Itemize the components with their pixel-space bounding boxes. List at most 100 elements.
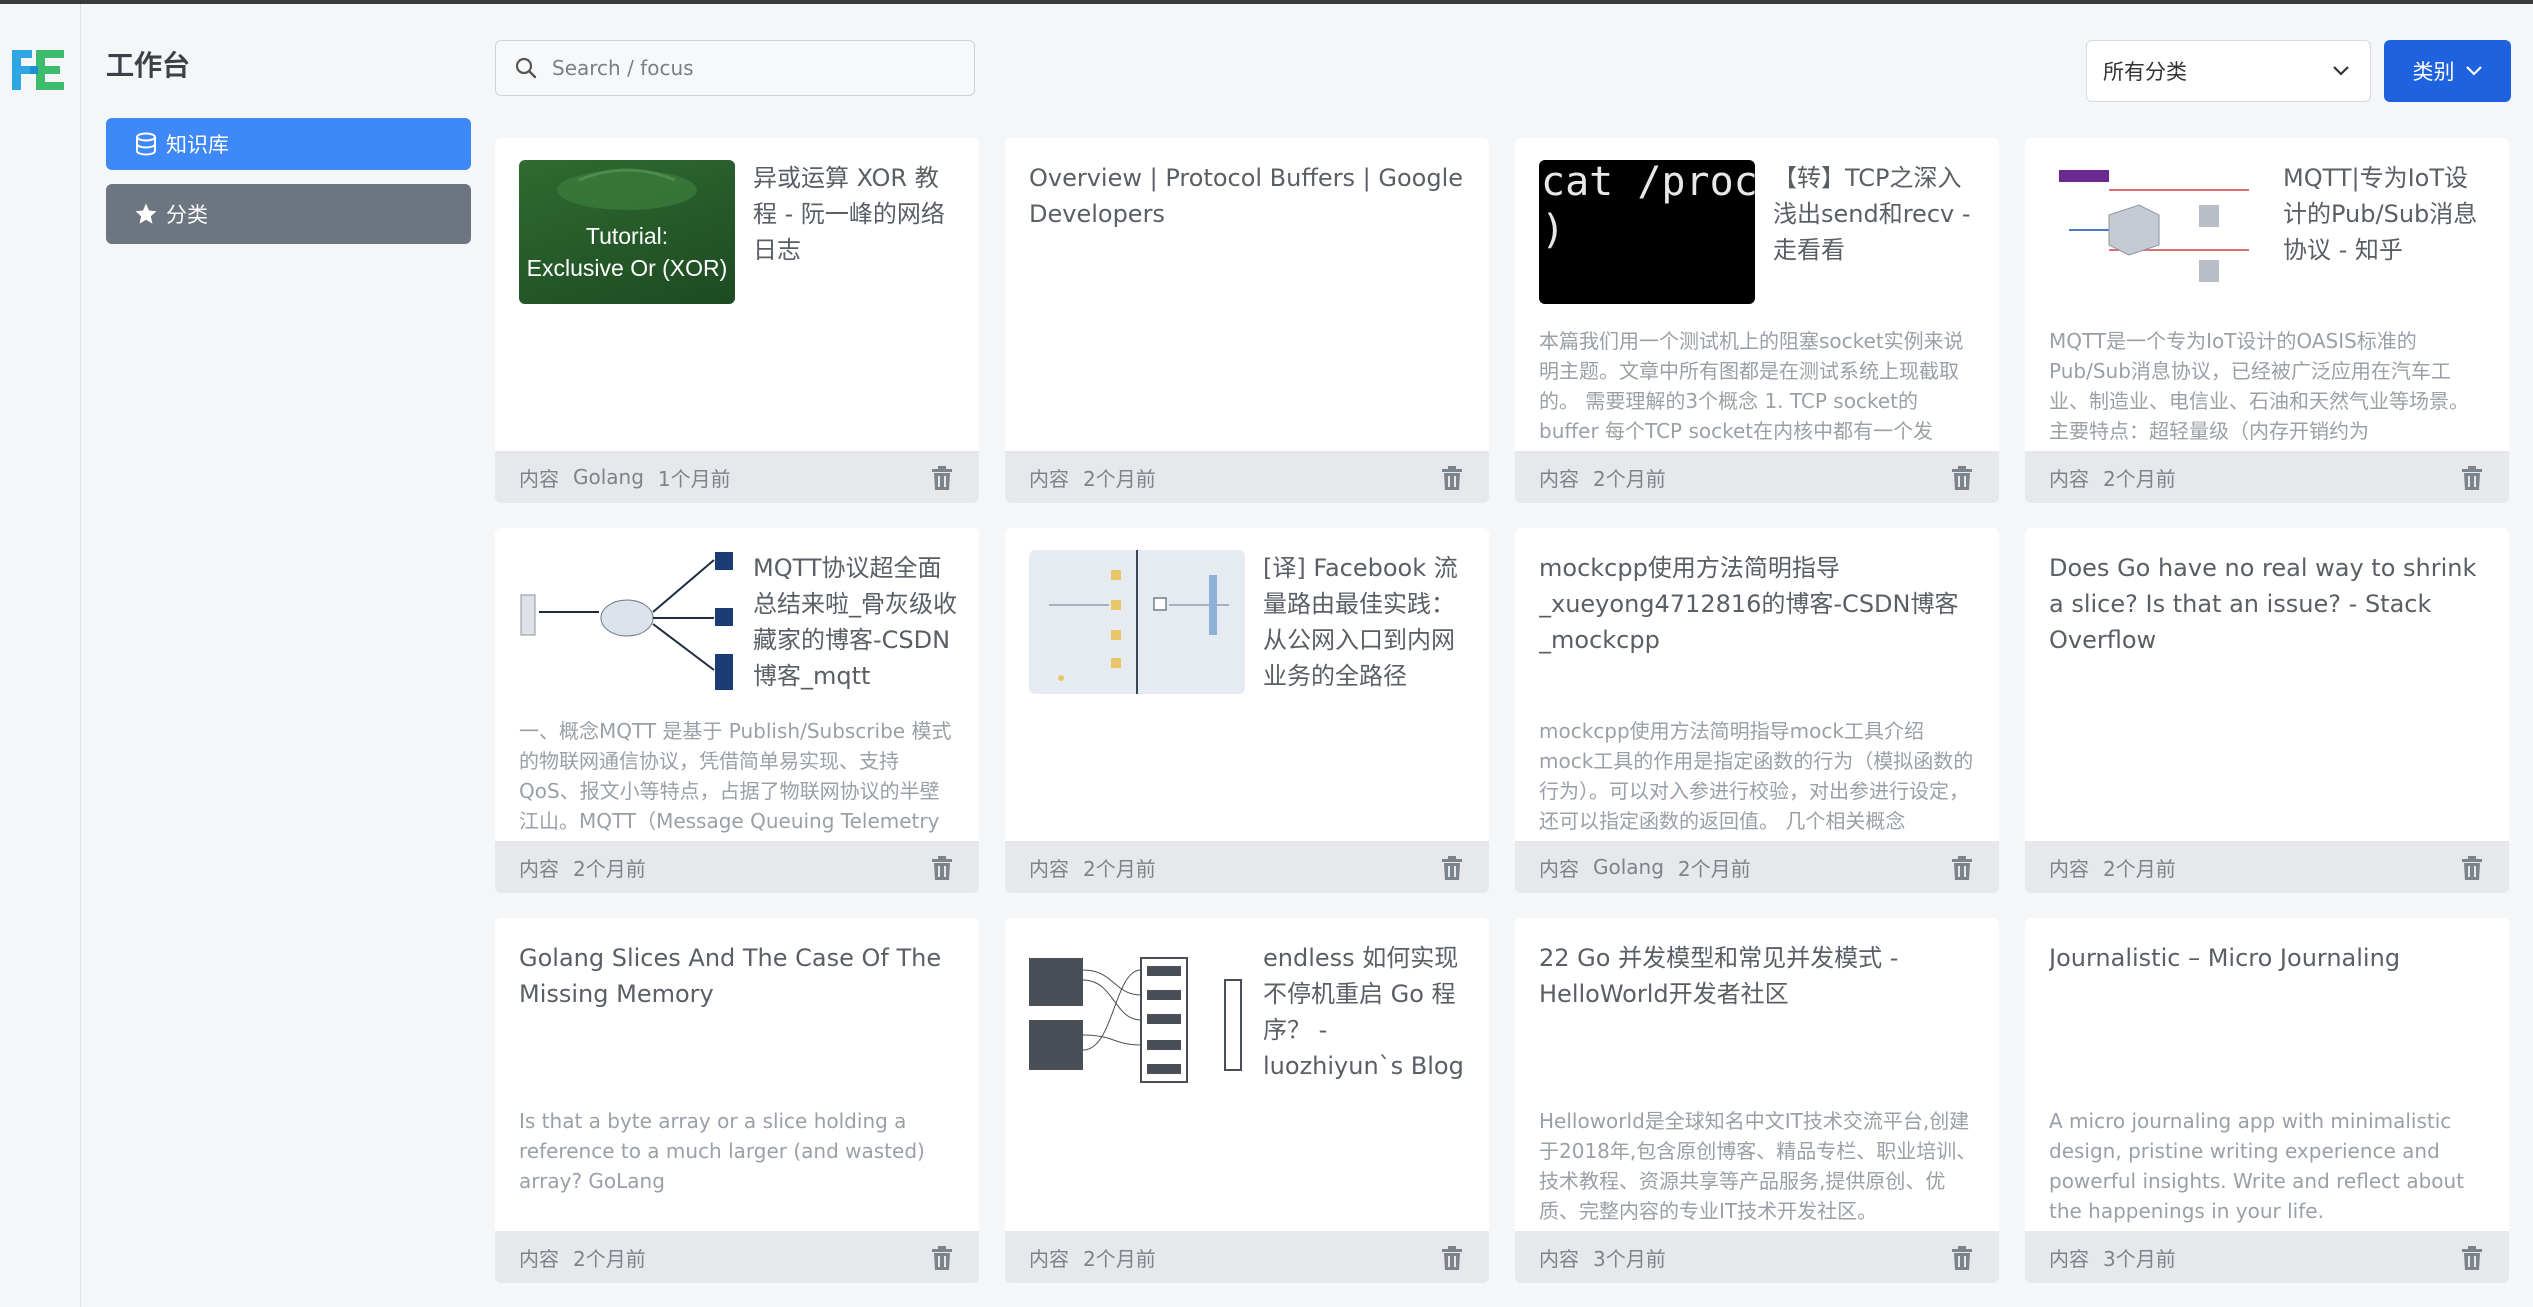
card-time: 2个月前: [2103, 466, 2176, 491]
card-title[interactable]: MQTT|专为IoT设计的Pub/Sub消息协议 - 知乎: [2283, 160, 2487, 304]
card-time: 2个月前: [573, 1246, 646, 1271]
sidebar-item-category[interactable]: 分类: [106, 184, 471, 244]
card-footer: 内容 2个月前: [495, 1231, 979, 1283]
card-tag: Golang: [1593, 855, 1664, 879]
card-time: 2个月前: [1083, 466, 1156, 491]
card-title[interactable]: MQTT协议超全面总结来啦_骨灰级收藏家的博客-CSDN博客_mqtt: [753, 550, 957, 694]
card-title[interactable]: mockcpp使用方法简明指导_xueyong4712816的博客-CSDN博客…: [1539, 550, 1977, 694]
category-button-label: 类别: [2412, 60, 2455, 84]
trash-icon[interactable]: [1951, 1246, 1973, 1270]
trash-icon[interactable]: [1951, 856, 1973, 880]
card-description: mockcpp使用方法简明指导mock工具介绍mock工具的作用是指定函数的行为…: [1539, 719, 1974, 833]
trash-icon[interactable]: [1951, 466, 1973, 490]
card-thumbnail: [1029, 550, 1245, 694]
trash-icon[interactable]: [931, 856, 953, 880]
card-description: Is that a byte array or a slice holding …: [519, 1109, 925, 1193]
card-thumbnail: [519, 550, 735, 694]
trash-icon[interactable]: [931, 466, 953, 490]
card-time: 3个月前: [2103, 1246, 2176, 1271]
card-tag: Golang: [573, 465, 644, 489]
bookmark-card[interactable]: Overview | Protocol Buffers | Google Dev…: [1005, 138, 1489, 503]
bookmark-card[interactable]: mockcpp使用方法简明指导_xueyong4712816的博客-CSDN博客…: [1515, 528, 1999, 893]
card-description: Helloworld是全球知名中文IT技术交流平台,创建于2018年,包含原创博…: [1539, 1109, 1977, 1223]
card-time: 2个月前: [573, 856, 646, 881]
trash-icon[interactable]: [1441, 466, 1463, 490]
card-title[interactable]: endless 如何实现不停机重启 Go 程序？ - luozhiyun`s B…: [1263, 940, 1467, 1084]
trash-icon[interactable]: [931, 1246, 953, 1270]
trash-icon[interactable]: [2461, 856, 2483, 880]
card-time: 2个月前: [2103, 856, 2176, 881]
card-tag: 内容: [2049, 466, 2089, 491]
card-time: 3个月前: [1593, 1246, 1666, 1271]
card-title[interactable]: [译] Facebook 流量路由最佳实践：从公网入口到内网业务的全路径: [1263, 550, 1467, 694]
trash-icon[interactable]: [1441, 856, 1463, 880]
card-tag: 内容: [1029, 856, 1069, 881]
card-thumbnail: cat /proc/ ): [1539, 160, 1755, 304]
card-title[interactable]: Overview | Protocol Buffers | Google Dev…: [1029, 160, 1467, 304]
card-time: 2个月前: [1083, 1246, 1156, 1271]
card-title[interactable]: Golang Slices And The Case Of The Missin…: [519, 940, 957, 1084]
trash-icon[interactable]: [2461, 466, 2483, 490]
card-title[interactable]: 【转】TCP之深入浅出send和recv - 走看看: [1773, 160, 1977, 304]
card-tag: 内容: [1539, 466, 1579, 491]
search-icon: [515, 57, 537, 79]
card-footer: 内容 2个月前: [2025, 841, 2509, 893]
card-footer: 内容 2个月前: [1515, 451, 1999, 503]
card-time: 2个月前: [1593, 466, 1666, 491]
search-input[interactable]: [550, 55, 954, 81]
card-thumbnail: [2049, 160, 2265, 304]
app-rail: [0, 4, 81, 1307]
card-title[interactable]: Does Go have no real way to shrink a sli…: [2049, 550, 2487, 694]
card-footer: 内容 2个月前: [495, 841, 979, 893]
bookmark-card[interactable]: MQTT协议超全面总结来啦_骨灰级收藏家的博客-CSDN博客_mqtt 一、概念…: [495, 528, 979, 893]
card-description: A micro journaling app with minimalistic…: [2049, 1109, 2465, 1223]
bookmark-card[interactable]: Tutorial: Exclusive Or (XOR) 异或运算 XOR 教程…: [495, 138, 979, 503]
card-tag: 内容: [519, 466, 559, 491]
card-footer: 内容 Golang 2个月前: [1515, 841, 1999, 893]
chevron-down-icon: [2465, 66, 2482, 76]
trash-icon[interactable]: [1441, 1246, 1463, 1270]
card-title[interactable]: Journalistic – Micro Journaling: [2049, 940, 2400, 1084]
card-tag: 内容: [519, 856, 559, 881]
card-footer: 内容 3个月前: [1515, 1231, 1999, 1283]
card-thumbnail-caption: Tutorial: Exclusive Or (XOR): [526, 223, 728, 281]
card-tag: 内容: [2049, 1246, 2089, 1271]
category-select[interactable]: 所有分类: [2086, 40, 2371, 102]
fe-logo-icon[interactable]: [10, 42, 68, 98]
card-footer: 内容 2个月前: [1005, 1231, 1489, 1283]
card-footer: 内容 2个月前: [2025, 451, 2509, 503]
card-tag: 内容: [519, 1246, 559, 1271]
bookmark-card[interactable]: MQTT|专为IoT设计的Pub/Sub消息协议 - 知乎 MQTT是一个专为I…: [2025, 138, 2509, 503]
sidebar-item-label: 分类: [166, 203, 208, 227]
card-footer: 内容 2个月前: [1005, 841, 1489, 893]
chevron-down-icon: [2333, 66, 2349, 76]
trash-icon[interactable]: [2461, 1246, 2483, 1270]
category-button[interactable]: 类别: [2384, 40, 2511, 102]
card-footer: 内容 Golang 1个月前: [495, 451, 979, 503]
bookmark-card[interactable]: Journalistic – Micro Journaling A micro …: [2025, 918, 2509, 1283]
sidebar-item-label: 知识库: [166, 133, 229, 157]
bookmark-card[interactable]: endless 如何实现不停机重启 Go 程序？ - luozhiyun`s B…: [1005, 918, 1489, 1283]
sidebar-item-knowledge-base[interactable]: 知识库: [106, 118, 471, 170]
bookmark-card[interactable]: Golang Slices And The Case Of The Missin…: [495, 918, 979, 1283]
card-tag: 内容: [2049, 856, 2089, 881]
card-tag: 内容: [1539, 1246, 1579, 1271]
card-footer: 内容 2个月前: [1005, 451, 1489, 503]
card-title[interactable]: 异或运算 XOR 教程 - 阮一峰的网络日志: [753, 160, 957, 304]
database-icon: [134, 132, 158, 156]
card-description: 一、概念MQTT 是基于 Publish/Subscribe 模式的物联网通信协…: [519, 719, 952, 833]
bookmark-card[interactable]: [译] Facebook 流量路由最佳实践：从公网入口到内网业务的全路径 内容 …: [1005, 528, 1489, 893]
card-tag: 内容: [1029, 466, 1069, 491]
workspace-title: 工作台: [106, 49, 191, 82]
card-tag: 内容: [1539, 856, 1579, 881]
bookmark-card[interactable]: cat /proc/ ) 【转】TCP之深入浅出send和recv - 走看看 …: [1515, 138, 1999, 503]
bookmark-card[interactable]: 22 Go 并发模型和常见并发模式 - HelloWorld开发者社区 Hell…: [1515, 918, 1999, 1283]
star-icon: [134, 202, 158, 226]
category-select-value: 所有分类: [2103, 60, 2187, 84]
card-thumbnail: [1029, 940, 1245, 1084]
card-time: 1个月前: [657, 466, 731, 491]
card-title[interactable]: 22 Go 并发模型和常见并发模式 - HelloWorld开发者社区: [1539, 940, 1977, 1084]
search-box[interactable]: [495, 40, 975, 96]
card-description: 本篇我们用一个测试机上的阻塞socket实例来说明主题。文章中所有图都是在测试系…: [1539, 329, 1964, 443]
bookmark-card[interactable]: Does Go have no real way to shrink a sli…: [2025, 528, 2509, 893]
